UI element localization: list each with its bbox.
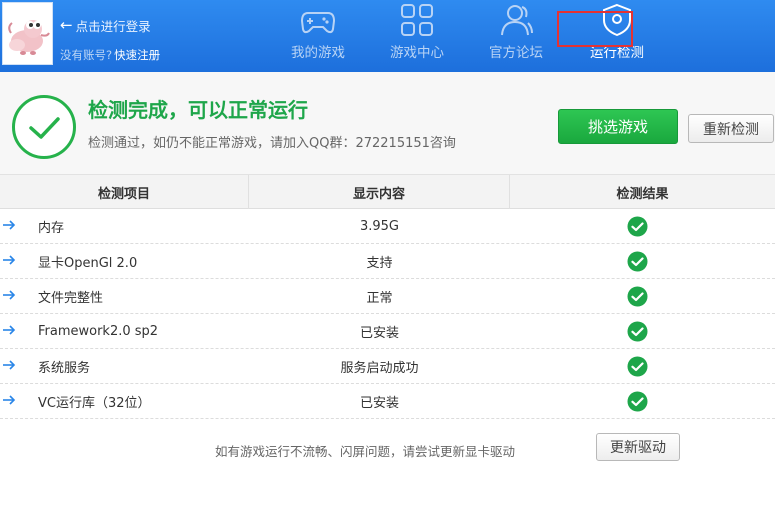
register-line: 没有账号? 快速注册 — [60, 47, 160, 63]
row-item-value: 3.95G — [359, 219, 400, 234]
check-table: 检测项目 显示内容 检测结果 内存 3.95G 显卡OpenGl 2.0 支持文件完整… — [0, 175, 775, 419]
table-row: 系统服务 服务启动成功 — [0, 349, 775, 384]
arrow-right-icon — [3, 220, 16, 230]
arrow-right-icon — [3, 360, 16, 370]
arrow-right-icon — [3, 325, 16, 335]
app-window: ← 点击进行登录 没有账号? 快速注册 我的游戏 游戏中心 官方论坛 运行检测 … — [0, 0, 775, 531]
table-row: 内存 3.95G — [0, 209, 775, 244]
check-icon — [627, 356, 648, 377]
tab-label: 我的游戏 — [291, 45, 345, 61]
row-item-value: 已安装 — [359, 326, 399, 341]
row-item-value: 正常 — [366, 291, 393, 306]
top-bar: ← 点击进行登录 没有账号? 快速注册 我的游戏 游戏中心 官方论坛 运行检测 — [0, 0, 775, 72]
row-item-name: 系统服务 — [38, 361, 91, 376]
users-icon — [501, 5, 533, 36]
row-item-name: VC运行库（32位） — [38, 396, 151, 411]
header-result: 检测结果 — [616, 186, 669, 202]
check-icon — [627, 321, 648, 342]
row-item-value: 支持 — [366, 256, 393, 271]
row-item-value: 服务启动成功 — [340, 361, 419, 376]
grid-icon — [401, 4, 433, 36]
footer-tip: 如有游戏运行不流畅、闪屏问题，请尝试更新显卡驱动 — [215, 444, 516, 459]
highlight-box — [557, 11, 633, 47]
table-header: 检测项目 显示内容 检测结果 — [0, 175, 775, 209]
gamepad-icon — [300, 12, 336, 34]
check-icon — [627, 251, 648, 272]
table-row: 显卡OpenGl 2.0 支持 — [0, 244, 775, 279]
table-row: 文件完整性 正常 — [0, 279, 775, 314]
recheck-button[interactable]: 重新检测 — [688, 114, 774, 143]
tab-label: 官方论坛 — [489, 45, 543, 61]
register-link[interactable]: 快速注册 — [114, 47, 160, 63]
login-link[interactable]: ← 点击进行登录 — [60, 15, 151, 35]
arrow-right-icon — [3, 395, 16, 405]
tab-label: 游戏中心 — [390, 45, 444, 61]
arrow-right-icon — [3, 290, 16, 300]
no-account-text: 没有账号? — [60, 48, 113, 62]
check-icon — [627, 286, 648, 307]
header-item: 检测项目 — [0, 175, 249, 209]
row-item-value: 已安装 — [359, 396, 399, 411]
row-item-name: 内存 — [38, 221, 65, 236]
tab-forum[interactable]: 官方论坛 — [471, 0, 561, 66]
row-item-name: 文件完整性 — [38, 291, 104, 306]
table-row: VC运行库（32位） 已安装 — [0, 384, 775, 419]
tab-game-center[interactable]: 游戏中心 — [372, 0, 462, 66]
pick-game-button[interactable]: 挑选游戏 — [558, 109, 678, 144]
update-driver-button[interactable]: 更新驱动 — [596, 433, 680, 461]
status-panel: 检测完成，可以正常运行 检测通过，如仍不能正常游戏，请加入QQ群：2722151… — [0, 72, 775, 175]
check-icon — [627, 216, 648, 237]
table-body: 内存 3.95G 显卡OpenGl 2.0 支持文件完整性 正常 Framework2.0… — [0, 209, 775, 419]
row-item-name: Framework2.0 sp2 — [38, 324, 159, 339]
check-icon — [627, 391, 648, 412]
check-circle-icon — [12, 95, 76, 159]
tab-my-games[interactable]: 我的游戏 — [273, 0, 363, 66]
back-arrow-icon: ← — [60, 16, 73, 34]
arrow-right-icon — [3, 255, 16, 265]
header-content: 显示内容 — [249, 175, 510, 209]
status-subtitle: 检测通过，如仍不能正常游戏，请加入QQ群：272215151咨询 — [88, 136, 456, 151]
avatar[interactable] — [2, 2, 53, 65]
table-row: Framework2.0 sp2 已安装 — [0, 314, 775, 349]
status-title: 检测完成，可以正常运行 — [88, 98, 308, 122]
row-item-name: 显卡OpenGl 2.0 — [38, 256, 138, 271]
login-text: 点击进行登录 — [75, 18, 151, 34]
